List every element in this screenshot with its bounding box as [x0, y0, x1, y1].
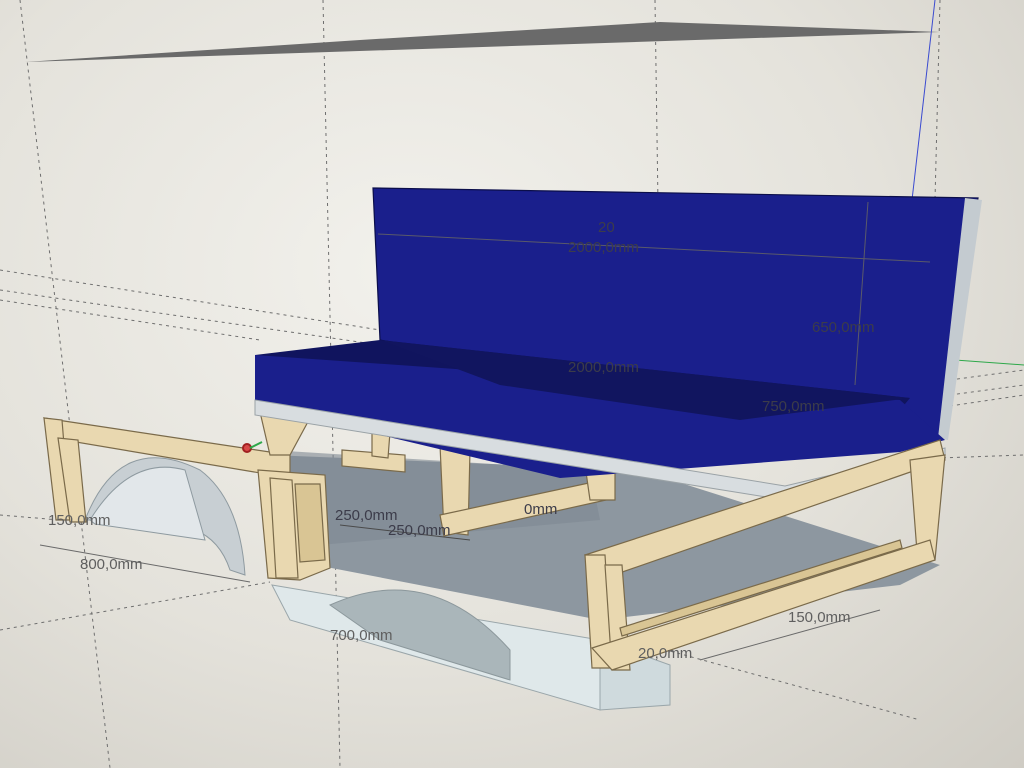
scene-canvas[interactable]: 20 2000,0mm 650,0mm 2000,0mm 750,0mm 800… — [0, 0, 1024, 768]
dim-label-base-depth: 700,0mm — [330, 627, 393, 644]
dim-label-right-offset: 150,0mm — [788, 609, 851, 626]
top-plane-edge — [25, 22, 940, 62]
dim-frame-length-line — [39, 544, 251, 583]
dim-label-left-small: 150,0mm — [48, 512, 111, 529]
guide-line — [0, 581, 271, 631]
modeling-viewport[interactable]: 20 2000,0mm 650,0mm 2000,0mm 750,0mm 800… — [0, 0, 1024, 768]
blue-axis — [911, 0, 936, 201]
guide-line — [0, 289, 381, 346]
guide-line — [949, 394, 1024, 407]
guide-line — [0, 299, 261, 341]
dim-label-inner-b: 250,0mm — [388, 522, 451, 539]
guide-line — [949, 384, 1024, 396]
dim-label-backrest-small: 20 — [598, 219, 615, 236]
dim-label-inner-c: 0mm — [524, 501, 557, 518]
dim-label-backrest-width: 2000,0mm — [568, 239, 639, 256]
dim-label-seat-depth: 750,0mm — [762, 398, 825, 415]
guide-line — [19, 0, 111, 768]
guide-line — [0, 269, 381, 331]
dim-label-backrest-height: 650,0mm — [812, 319, 875, 336]
dim-label-bottom-right: 20,0mm — [638, 645, 692, 662]
dim-label-seat-width: 2000,0mm — [568, 359, 639, 376]
guide-line — [949, 369, 1024, 381]
left-arch-face — [89, 466, 206, 541]
dim-label-frame-length: 800,0mm — [80, 556, 143, 573]
left-frame-post-shade — [294, 483, 326, 563]
green-axis — [954, 359, 1024, 366]
